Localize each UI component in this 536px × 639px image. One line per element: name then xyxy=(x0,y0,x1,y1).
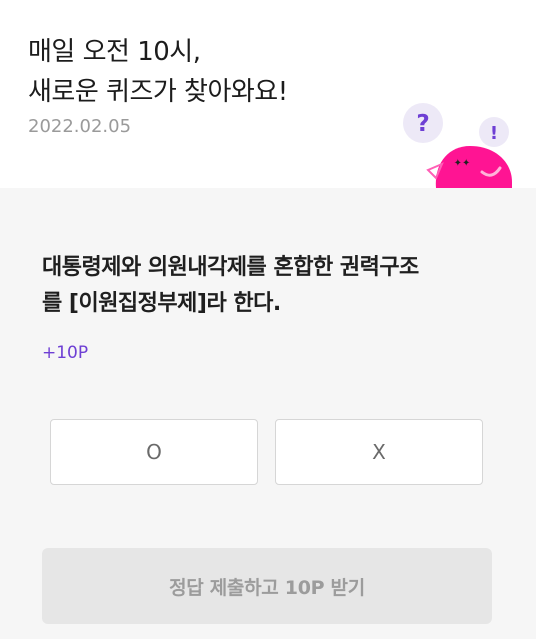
points-badge: +10P xyxy=(42,343,89,363)
answer-x-button[interactable]: X xyxy=(275,419,483,485)
question-mark-text: ? xyxy=(416,111,429,137)
quiz-header: 매일 오전 10시, 새로운 퀴즈가 찾아와요! 2022.02.05 ? ! … xyxy=(0,0,536,188)
quiz-question-line-1: 대통령제와 의원내각제를 혼합한 권력구조 xyxy=(42,255,419,280)
quiz-card: 대통령제와 의원내각제를 혼합한 권력구조 를 [이원집정부제]라 한다. +1… xyxy=(0,188,536,639)
quiz-question-line-2: 를 [이원집정부제]라 한다. xyxy=(42,291,281,316)
mascot-eyes-icon: ✦✦ xyxy=(454,158,471,169)
page-title: 매일 오전 10시, 새로운 퀴즈가 찾아와요! xyxy=(28,32,288,112)
quiz-date: 2022.02.05 xyxy=(28,116,132,137)
exclamation-mark-text: ! xyxy=(490,123,498,144)
quiz-question: 대통령제와 의원내각제를 혼합한 권력구조 를 [이원집정부제]라 한다. xyxy=(42,250,502,322)
headline-line-2: 새로운 퀴즈가 찾아와요! xyxy=(28,77,288,107)
pink-blob-mascot-icon: ? ! ✦✦ xyxy=(403,103,512,188)
headline-line-1: 매일 오전 10시, xyxy=(28,37,201,67)
submit-answer-button[interactable]: 정답 제출하고 10P 받기 xyxy=(42,548,492,624)
answer-o-button[interactable]: O xyxy=(50,419,258,485)
